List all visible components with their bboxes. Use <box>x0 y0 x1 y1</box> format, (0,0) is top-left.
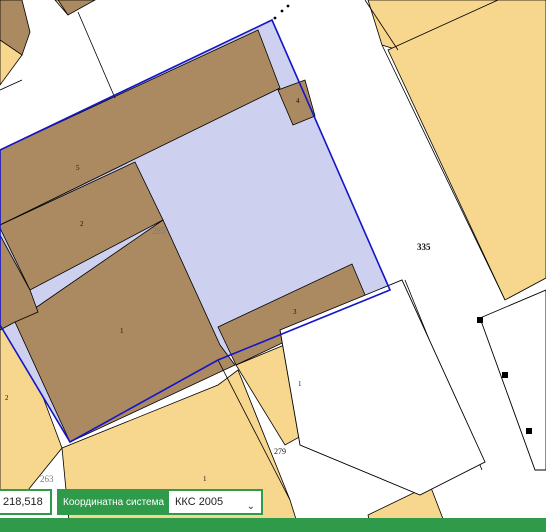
parcel-number-label: 285 <box>152 226 166 236</box>
bottom-toolbar-strip <box>0 518 546 532</box>
parcel-white-far-right[interactable] <box>479 289 546 471</box>
building-top-mid[interactable] <box>57 0 96 16</box>
building-label: 1 <box>298 380 302 388</box>
marker-1 <box>477 317 483 323</box>
parcel-number-label: 263 <box>40 474 54 484</box>
marker-2 <box>502 372 508 378</box>
coordinate-readout: 218,518 <box>0 489 52 515</box>
survey-point <box>286 4 290 8</box>
coordinate-system-select[interactable]: ККС 2005 ⌄ <box>169 491 261 513</box>
chevron-down-icon[interactable]: ⌄ <box>247 501 255 512</box>
building-label: 2 <box>80 220 84 228</box>
building-label: 3 <box>293 308 297 316</box>
parcel-number-label: 279 <box>274 447 286 456</box>
parcel-right[interactable] <box>387 0 546 301</box>
building-label: 5 <box>76 164 80 172</box>
map-viewer[interactable]: 335 285 263 279 5 2 1 4 3 1 2 1 218,518 … <box>0 0 546 532</box>
coordinate-system-value: ККС 2005 <box>175 496 224 508</box>
building-label: 4 <box>296 97 300 105</box>
coordinate-system-panel: Координатна система ККС 2005 ⌄ <box>57 489 263 515</box>
coordinate-value: 218,518 <box>3 496 43 508</box>
survey-point <box>273 16 277 20</box>
survey-point <box>280 9 284 13</box>
coordinate-system-label: Координатна система <box>63 496 165 508</box>
marker-3 <box>526 428 532 434</box>
street-number-label: 335 <box>417 242 431 252</box>
building-label: 1 <box>203 475 207 483</box>
building-label: 2 <box>5 394 9 402</box>
cadastral-map[interactable]: 335 285 263 279 5 2 1 4 3 1 2 1 <box>0 0 546 532</box>
building-label: 1 <box>120 327 124 335</box>
